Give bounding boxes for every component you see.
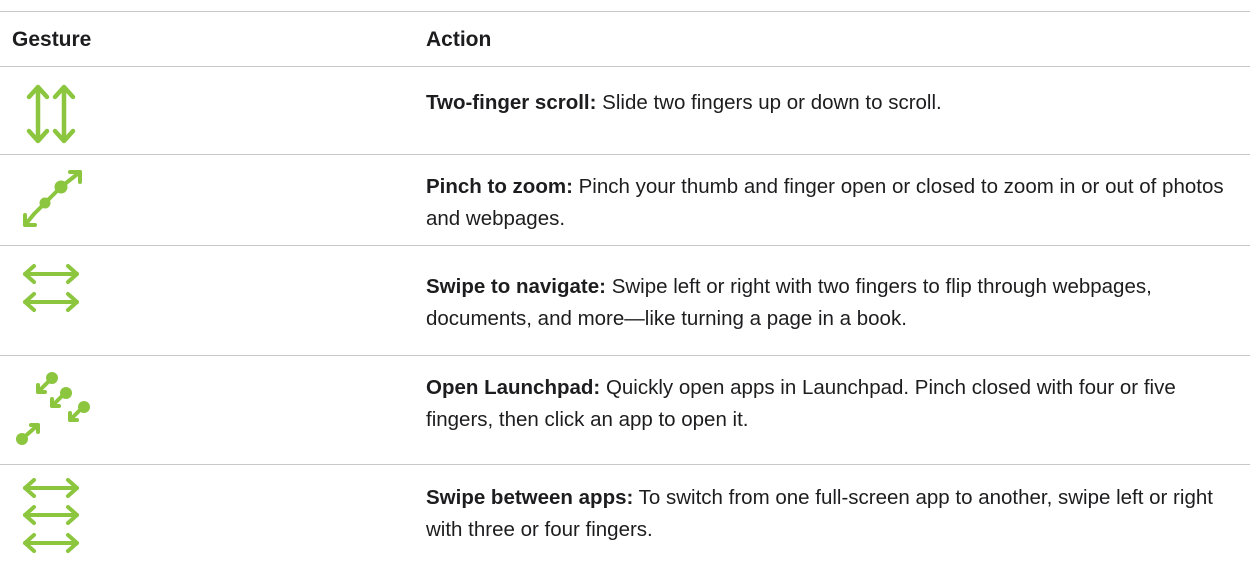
launchpad-pinch-icon <box>14 367 92 445</box>
table-top-rule <box>0 11 1250 12</box>
column-header-action: Action <box>426 28 492 51</box>
row-description: Open Launchpad: Quickly open apps in Lau… <box>426 372 1241 436</box>
swipe-navigate-icon <box>14 261 92 339</box>
two-finger-scroll-icon <box>14 78 92 156</box>
table-row: Open Launchpad: Quickly open apps in Lau… <box>0 355 1250 464</box>
gesture-text: Slide two fingers up or down to scroll. <box>602 91 942 114</box>
table-row: Pinch to zoom: Pinch your thumb and fing… <box>0 154 1250 245</box>
gesture-term: Two-finger scroll: <box>426 91 597 114</box>
gesture-term: Swipe to navigate: <box>426 275 606 298</box>
table-row: Swipe to navigate: Swipe left or right w… <box>0 245 1250 355</box>
row-description: Two-finger scroll: Slide two fingers up … <box>426 87 1241 119</box>
column-header-gesture: Gesture <box>12 28 92 51</box>
row-description: Swipe between apps: To switch from one f… <box>426 482 1241 546</box>
table-row: Two-finger scroll: Slide two fingers up … <box>0 66 1250 154</box>
gestures-table: Gesture Action Two-finger scroll: Slide … <box>0 0 1250 563</box>
row-description: Pinch to zoom: Pinch your thumb and fing… <box>426 171 1241 235</box>
table-row: Swipe between apps: To switch from one f… <box>0 464 1250 563</box>
row-description: Swipe to navigate: Swipe left or right w… <box>426 271 1241 335</box>
pinch-zoom-icon <box>14 164 92 242</box>
swipe-apps-icon <box>14 474 92 553</box>
gesture-term: Open Launchpad: <box>426 376 601 399</box>
gesture-term: Swipe between apps: <box>426 486 634 509</box>
gesture-term: Pinch to zoom: <box>426 175 573 198</box>
